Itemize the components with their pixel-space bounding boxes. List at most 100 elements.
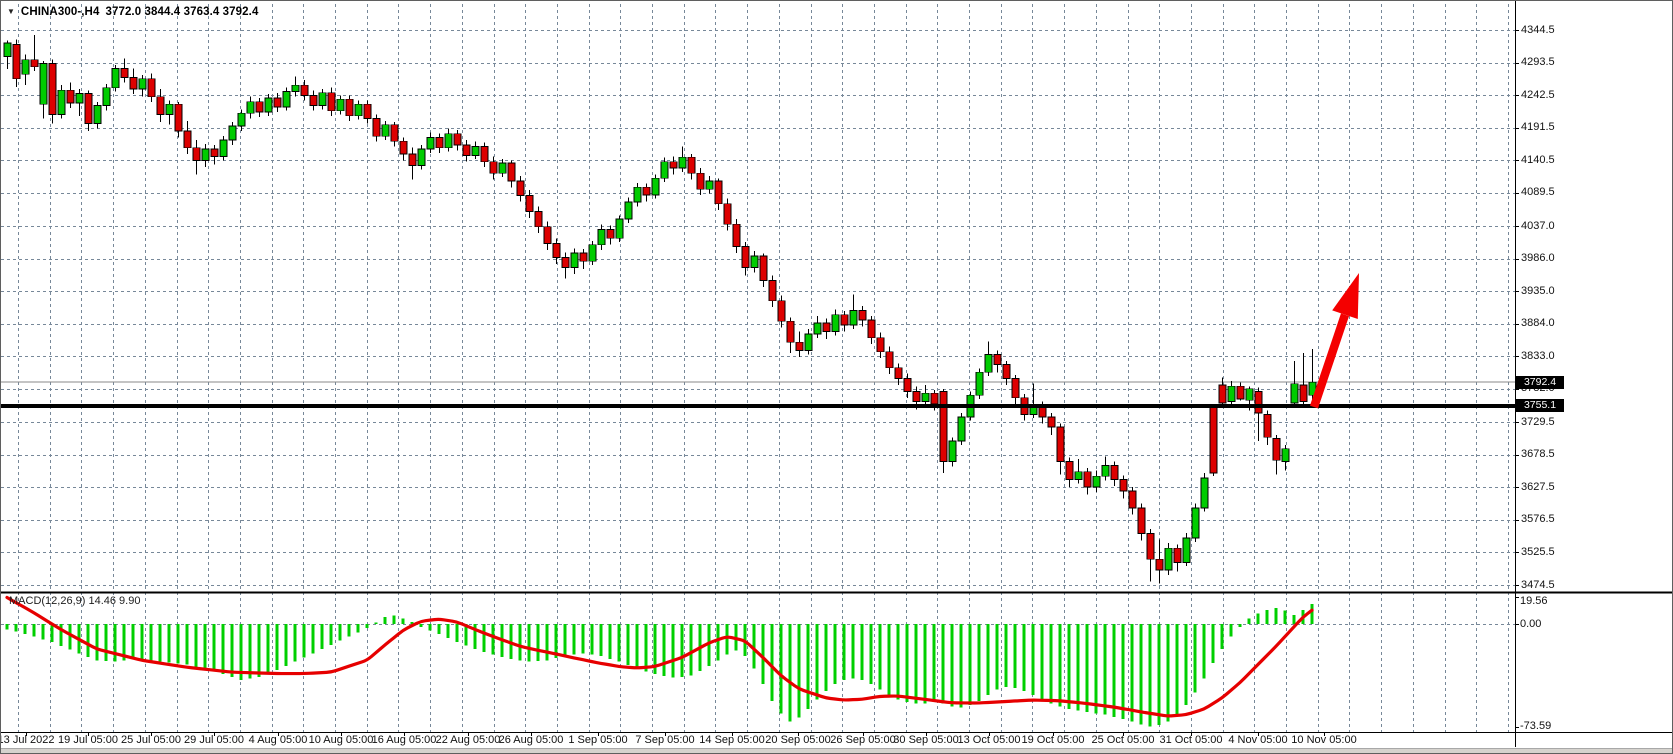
time-axis-label[interactable]: 13 Oct 05:00: [958, 734, 1021, 746]
candle-body: [670, 162, 677, 168]
symbol-period-label: CHINA300-,H4: [21, 6, 100, 18]
macd-bar: [1158, 624, 1161, 725]
trend-arrow[interactable]: [1314, 273, 1359, 407]
candle-body: [1273, 439, 1280, 461]
macd-axis-label: 0.00: [1520, 618, 1541, 630]
candle-body: [463, 145, 470, 155]
candle-body: [958, 417, 965, 441]
time-axis-label[interactable]: 25 Oct 05:00: [1092, 734, 1155, 746]
macd-bar: [258, 624, 261, 677]
candle-body: [499, 163, 506, 173]
macd-bar: [1275, 608, 1278, 624]
price-axis-label: 3833.0: [1521, 350, 1555, 362]
time-axis-label[interactable]: 22 Aug 05:00: [436, 734, 501, 746]
macd-bar: [618, 624, 621, 662]
macd-bar: [1194, 624, 1197, 692]
time-axis-label[interactable]: 13 Jul 2022: [0, 734, 54, 746]
candle-body: [121, 69, 128, 78]
time-axis-label[interactable]: 30 Sep 05:00: [893, 734, 958, 746]
candle-body: [1219, 385, 1226, 403]
candle-body: [940, 391, 947, 461]
time-axis-label[interactable]: 31 Oct 05:00: [1160, 734, 1223, 746]
macd-bar: [1293, 615, 1296, 624]
candle-body: [166, 104, 173, 114]
chart-canvas[interactable]: [1, 1, 1673, 754]
candle-body: [1156, 559, 1163, 570]
grid-lines: [1, 4, 1515, 732]
macd-bar: [1149, 624, 1152, 727]
time-axis-label[interactable]: 16 Aug 05:00: [372, 734, 437, 746]
bottom-scrollbar-strip[interactable]: [1, 748, 1673, 754]
candle-body: [913, 391, 920, 401]
macd-bar: [1140, 624, 1143, 724]
candle-body: [346, 99, 353, 116]
time-axis-label[interactable]: 25 Jul 05:00: [121, 734, 181, 746]
time-axis-label[interactable]: 20 Sep 05:00: [765, 734, 830, 746]
time-axis-label[interactable]: 19 Jul 05:00: [58, 734, 118, 746]
time-axis-label[interactable]: 26 Aug 05:00: [499, 734, 564, 746]
candle-body: [1147, 534, 1154, 560]
chart-header: ▼ CHINA300-,H4 3772.0 3844.4 3763.4 3792…: [7, 5, 258, 19]
candle-body: [1066, 462, 1073, 480]
macd-bar: [276, 624, 279, 670]
candle-body: [706, 181, 713, 189]
time-axis-label[interactable]: 4 Aug 05:00: [249, 734, 308, 746]
candle-body: [949, 441, 956, 461]
candle-body: [445, 134, 452, 148]
chevron-down-icon[interactable]: ▼: [7, 8, 15, 16]
macd-bar: [402, 618, 405, 624]
time-axis-label[interactable]: 1 Sep 05:00: [568, 734, 627, 746]
macd-bar: [996, 624, 999, 690]
candle-body: [742, 247, 749, 268]
macd-bar: [942, 624, 945, 704]
time-axis-label[interactable]: 19 Oct 05:00: [1022, 734, 1085, 746]
macd-bar: [456, 624, 459, 642]
macd-bar: [834, 624, 837, 684]
time-axis-label[interactable]: 26 Sep 05:00: [830, 734, 895, 746]
candle-body: [1264, 414, 1271, 437]
macd-bar: [168, 624, 171, 662]
candle-body: [661, 162, 668, 179]
candle-body: [634, 187, 641, 202]
candle-body: [778, 301, 785, 321]
macd-bar: [321, 624, 324, 649]
candle-body: [1282, 449, 1289, 462]
candle-body: [184, 131, 191, 148]
candle-body: [859, 310, 866, 320]
time-axis-label[interactable]: 10 Aug 05:00: [309, 734, 374, 746]
candle-body: [94, 106, 101, 124]
macd-bar: [1239, 624, 1242, 627]
candle-body: [850, 310, 857, 325]
candle-body: [787, 321, 794, 342]
candle-body: [697, 173, 704, 189]
macd-bar: [1203, 624, 1206, 678]
candle-body: [841, 315, 848, 325]
macd-bar: [789, 624, 792, 722]
time-axis-label[interactable]: 14 Sep 05:00: [699, 734, 764, 746]
candle-body: [301, 85, 308, 95]
candle-body: [490, 162, 497, 173]
price-axis-label: 3576.5: [1521, 513, 1555, 525]
time-axis-label[interactable]: 4 Nov 05:00: [1228, 734, 1287, 746]
macd-bar: [933, 624, 936, 702]
candle-body: [1165, 548, 1172, 570]
time-axis-label[interactable]: 29 Jul 05:00: [184, 734, 244, 746]
time-axis-label[interactable]: 7 Sep 05:00: [635, 734, 694, 746]
macd-bar: [348, 624, 351, 637]
price-axis-label: 3474.5: [1521, 579, 1555, 591]
macd-bar: [96, 624, 99, 660]
candle-body: [193, 148, 200, 161]
candle-body: [427, 137, 434, 148]
macd-bar: [6, 624, 9, 630]
macd-bar: [1032, 624, 1035, 695]
macd-bar: [1122, 624, 1125, 719]
candle-body: [319, 93, 326, 106]
candle-body: [85, 93, 92, 123]
macd-bar: [861, 624, 864, 680]
macd-bar: [15, 624, 18, 632]
time-axis-label[interactable]: 10 Nov 05:00: [1291, 734, 1356, 746]
macd-bar: [609, 624, 612, 659]
macd-bar: [663, 624, 666, 676]
macd-bar: [1095, 624, 1098, 713]
price-axis-label: 3525.5: [1521, 546, 1555, 558]
